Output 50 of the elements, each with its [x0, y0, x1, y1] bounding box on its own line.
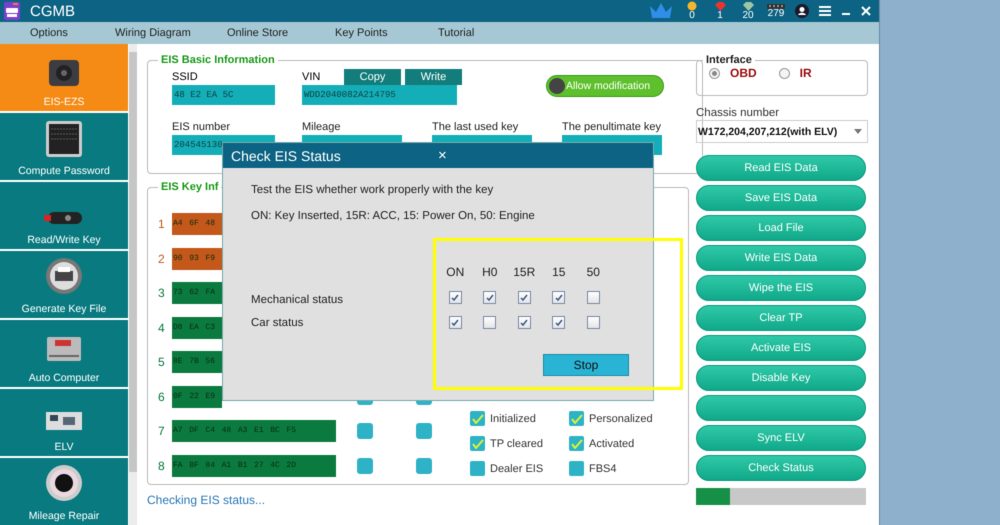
field-label: The penultimate key — [562, 120, 662, 135]
row-number: 1 — [158, 217, 166, 232]
field-label: Chassis number — [696, 107, 780, 119]
checkbox-label: Personalized — [589, 412, 653, 424]
key-id-field: FA BF 84 A1 B1 27 4C 2D — [172, 454, 336, 477]
row-label: Car status — [251, 317, 304, 329]
checkbox-label: FBS4 — [589, 462, 617, 474]
row-number: 6 — [158, 390, 166, 404]
row-number: 8 — [158, 458, 166, 473]
row-label: Mechanical status — [251, 294, 344, 306]
key-id-field: D8 EA C3 — [172, 316, 222, 339]
row-number: 7 — [158, 424, 166, 438]
radio-label: OBD — [730, 66, 757, 80]
checkbox-label: Activated — [589, 438, 634, 450]
dialog-title: Check EIS Status — [231, 148, 342, 164]
field-label: SSID — [172, 70, 198, 85]
field-label: VIN — [302, 70, 322, 85]
section-title: Interface — [705, 54, 753, 66]
field-label: Mileage — [302, 120, 341, 135]
status-text: Checking EIS status... — [147, 493, 266, 507]
radio-label: IR — [800, 66, 812, 80]
column-header: 15 — [552, 265, 566, 279]
row-number: 4 — [158, 320, 166, 335]
key-id-field: 90 93 F9 — [172, 248, 222, 270]
key-id-field: 73 62 FA — [172, 282, 222, 304]
checkbox-label: Dealer EIS — [490, 462, 544, 474]
key-id-field: A7 DF C4 48 A3 E1 BC F5 — [172, 420, 336, 442]
section-title: EIS Key Inf — [160, 181, 220, 193]
counter-value: 0 — [689, 11, 695, 21]
counter-value: 1 — [717, 10, 723, 20]
row-number: 5 — [158, 355, 166, 370]
row-number: 2 — [158, 252, 166, 266]
key-id-field: 0F 22 E9 — [172, 386, 222, 408]
column-header: ON — [446, 265, 464, 279]
field-label: EIS number — [172, 120, 230, 135]
dialog-text: Test the EIS whether work properly with the key — [251, 184, 494, 196]
key-id-field: A4 6F 48 — [172, 213, 222, 236]
field-label: The last used key — [432, 120, 518, 135]
dialog-text: ON: Key Inserted, 15R: ACC, 15: Power On, 50: Engine — [251, 210, 536, 222]
section-title: EIS Basic Information — [160, 54, 276, 66]
window-title: CGMB — [30, 2, 76, 20]
counter-value: 279 — [768, 8, 784, 18]
counter-value: 20 — [742, 10, 754, 20]
column-header: H0 — [482, 265, 498, 279]
key-id-field: 8E 7B 56 — [172, 351, 222, 374]
checkbox-label: Initialized — [490, 412, 536, 424]
column-header: 50 — [586, 265, 600, 279]
column-header: 15R — [513, 265, 536, 279]
checkbox-label: TP cleared — [490, 438, 543, 450]
row-number: 3 — [158, 286, 166, 300]
